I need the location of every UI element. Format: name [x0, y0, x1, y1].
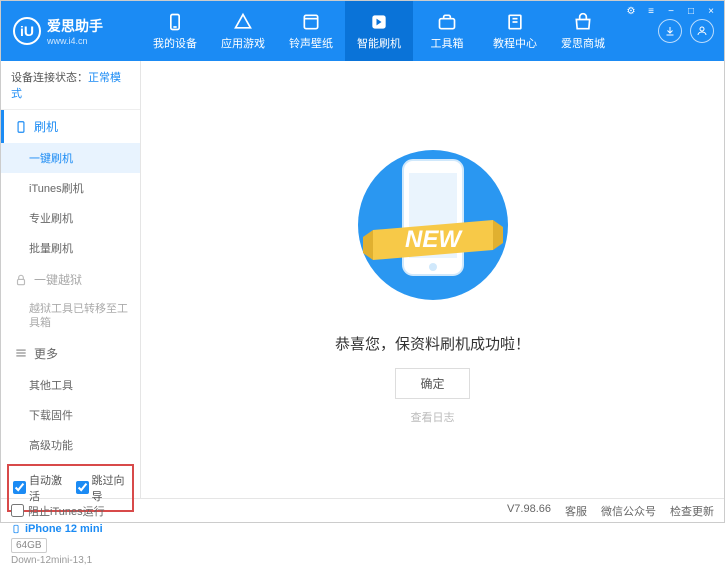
success-message: 恭喜您，保资料刷机成功啦！ — [335, 333, 530, 354]
sidebar-section-jailbreak: 一键越狱 — [1, 263, 140, 296]
device-name: iPhone 12 mini — [11, 522, 130, 536]
sidebar-item-batch[interactable]: 批量刷机 — [1, 233, 140, 263]
tab-flash[interactable]: 智能刷机 — [345, 1, 413, 61]
sidebar-item-oneclick[interactable]: 一键刷机 — [1, 143, 140, 173]
phone-icon — [165, 12, 185, 32]
logo-icon: iU — [13, 17, 41, 45]
close-icon[interactable]: × — [703, 4, 719, 18]
user-button[interactable] — [690, 19, 714, 43]
main-content: NEW 恭喜您，保资料刷机成功啦！ 确定 查看日志 — [141, 61, 724, 498]
tab-store[interactable]: 爱思商城 — [549, 1, 617, 61]
sidebar-item-advanced[interactable]: 高级功能 — [1, 430, 140, 460]
settings-icon[interactable]: ⚙ — [623, 4, 639, 18]
tab-apps[interactable]: 应用游戏 — [209, 1, 277, 61]
maximize-icon[interactable]: □ — [683, 4, 699, 18]
wechat-link[interactable]: 微信公众号 — [601, 503, 656, 519]
device-info: iPhone 12 mini 64GB Down-12mini-13,1 — [1, 516, 140, 572]
download-button[interactable] — [658, 19, 682, 43]
app-title: 爱思助手 — [47, 16, 103, 36]
sidebar-section-more[interactable]: 更多 — [1, 337, 140, 370]
sidebar-item-itunes[interactable]: iTunes刷机 — [1, 173, 140, 203]
tab-ringtones[interactable]: 铃声壁纸 — [277, 1, 345, 61]
logo: iU 爱思助手 www.i4.cn — [1, 16, 141, 46]
view-log-link[interactable]: 查看日志 — [411, 409, 455, 425]
svg-text:NEW: NEW — [405, 226, 463, 253]
book-icon — [505, 12, 525, 32]
support-link[interactable]: 客服 — [565, 503, 587, 519]
version-label: V7.98.66 — [507, 503, 551, 519]
sidebar-item-download-fw[interactable]: 下载固件 — [1, 400, 140, 430]
flash-icon — [369, 12, 389, 32]
app-url: www.i4.cn — [47, 36, 103, 46]
download-icon — [664, 25, 676, 37]
jailbreak-note: 越狱工具已转移至工具箱 — [1, 296, 140, 337]
header: iU 爱思助手 www.i4.cn 我的设备 应用游戏 铃声壁纸 智能刷机 工具… — [1, 1, 724, 61]
menu-icon[interactable]: ≡ — [643, 4, 659, 18]
storage-badge: 64GB — [11, 538, 47, 553]
minimize-icon[interactable]: − — [663, 4, 679, 18]
check-update-link[interactable]: 检查更新 — [670, 503, 714, 519]
tab-toolbox[interactable]: 工具箱 — [413, 1, 481, 61]
sidebar-item-othertools[interactable]: 其他工具 — [1, 370, 140, 400]
confirm-button[interactable]: 确定 — [395, 368, 469, 399]
tab-tutorials[interactable]: 教程中心 — [481, 1, 549, 61]
success-illustration: NEW — [353, 135, 513, 315]
device-model: Down-12mini-13,1 — [11, 555, 130, 566]
nav-tabs: 我的设备 应用游戏 铃声壁纸 智能刷机 工具箱 教程中心 爱思商城 — [141, 1, 658, 61]
phone-icon — [11, 522, 21, 536]
checkbox-block-itunes[interactable]: 阻止iTunes运行 — [11, 503, 105, 519]
connection-status: 设备连接状态：正常模式 — [1, 61, 140, 110]
lock-icon — [14, 273, 28, 287]
phone-icon — [14, 120, 28, 134]
tab-my-device[interactable]: 我的设备 — [141, 1, 209, 61]
apps-icon — [233, 12, 253, 32]
user-icon — [696, 25, 708, 37]
sidebar-item-pro[interactable]: 专业刷机 — [1, 203, 140, 233]
checkbox-auto-activate[interactable]: 自动激活 — [13, 472, 66, 504]
store-icon — [573, 12, 593, 32]
menu-icon — [14, 346, 28, 360]
toolbox-icon — [437, 12, 457, 32]
checkbox-skip-wizard[interactable]: 跳过向导 — [76, 472, 129, 504]
wallpaper-icon — [301, 12, 321, 32]
sidebar: 设备连接状态：正常模式 刷机 一键刷机 iTunes刷机 专业刷机 批量刷机 一… — [1, 61, 141, 498]
sidebar-section-flash[interactable]: 刷机 — [1, 110, 140, 143]
